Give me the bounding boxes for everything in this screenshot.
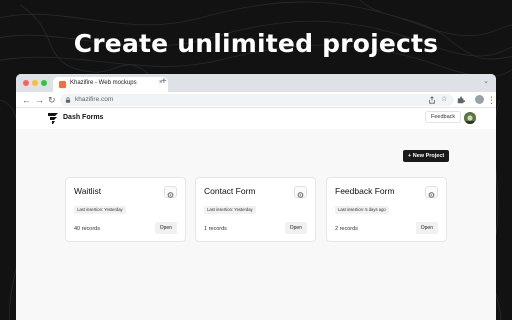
new-tab-button[interactable]: + (161, 76, 167, 88)
settings-button[interactable] (164, 186, 177, 198)
last-insertion-badge: Last insertion: Yesterday (204, 206, 256, 214)
reload-button[interactable]: ↻ (48, 94, 56, 106)
settings-button[interactable] (294, 186, 307, 198)
tab-title: Khazifire - Web mockups (70, 80, 137, 86)
browser-tab[interactable]: Khazifire - Web mockups × (53, 77, 168, 92)
open-project-button[interactable]: Open (415, 222, 438, 234)
record-count: 2 records (335, 226, 358, 232)
project-title: Contact Form (204, 186, 256, 196)
app-name: Dash Forms (63, 114, 104, 121)
app-header: Dash Forms Feedback (16, 109, 496, 129)
new-project-button[interactable]: + New Project (403, 150, 450, 162)
extensions-icon[interactable] (457, 96, 465, 104)
forward-button[interactable]: → (35, 94, 44, 106)
gear-icon (297, 192, 304, 198)
browser-window: Khazifire - Web mockups × + ⌄ ← → ↻ khaz… (16, 74, 496, 320)
profile-avatar[interactable] (475, 95, 484, 104)
minimize-window-button[interactable] (32, 80, 38, 86)
user-avatar[interactable] (464, 112, 476, 124)
share-icon[interactable] (428, 96, 436, 104)
lock-icon (65, 97, 71, 103)
record-count: 40 records (74, 226, 100, 232)
dash-forms-logo-icon (48, 113, 58, 124)
project-card[interactable]: Waitlist Last insertion: Yesterday 40 re… (65, 177, 186, 242)
gear-icon (428, 192, 435, 198)
project-card[interactable]: Contact Form Last insertion: Yesterday 1… (195, 177, 316, 242)
projects-area: + New Project Waitlist Last insertion: Y… (16, 129, 496, 320)
back-button[interactable]: ← (22, 94, 31, 106)
maximize-window-button[interactable] (41, 80, 47, 86)
tab-search-icon[interactable]: ⌄ (483, 77, 489, 85)
project-title: Feedback Form (335, 186, 395, 196)
gear-icon (167, 192, 174, 198)
browser-menu-icon[interactable]: ⋮ (487, 94, 496, 106)
headline: Create unlimited projects (73, 29, 439, 58)
record-count: 1 records (204, 226, 227, 232)
url-text: khazifire.com (75, 96, 114, 103)
tab-strip: Khazifire - Web mockups × + ⌄ (16, 74, 496, 92)
project-title: Waitlist (74, 186, 102, 196)
open-project-button[interactable]: Open (284, 222, 307, 234)
close-window-button[interactable] (23, 80, 29, 86)
project-card[interactable]: Feedback Form Last insertion: 5 days ago… (326, 177, 447, 242)
last-insertion-badge: Last insertion: 5 days ago (335, 206, 389, 214)
address-bar[interactable]: khazifire.com ☆ (60, 94, 454, 106)
favicon-icon (59, 81, 66, 88)
bookmark-star-icon[interactable]: ☆ (441, 95, 447, 103)
last-insertion-badge: Last insertion: Yesterday (74, 206, 126, 214)
open-project-button[interactable]: Open (154, 222, 177, 234)
settings-button[interactable] (425, 186, 438, 198)
feedback-button[interactable]: Feedback (425, 111, 462, 123)
browser-toolbar: ← → ↻ khazifire.com ☆ ⋮ (16, 92, 496, 108)
